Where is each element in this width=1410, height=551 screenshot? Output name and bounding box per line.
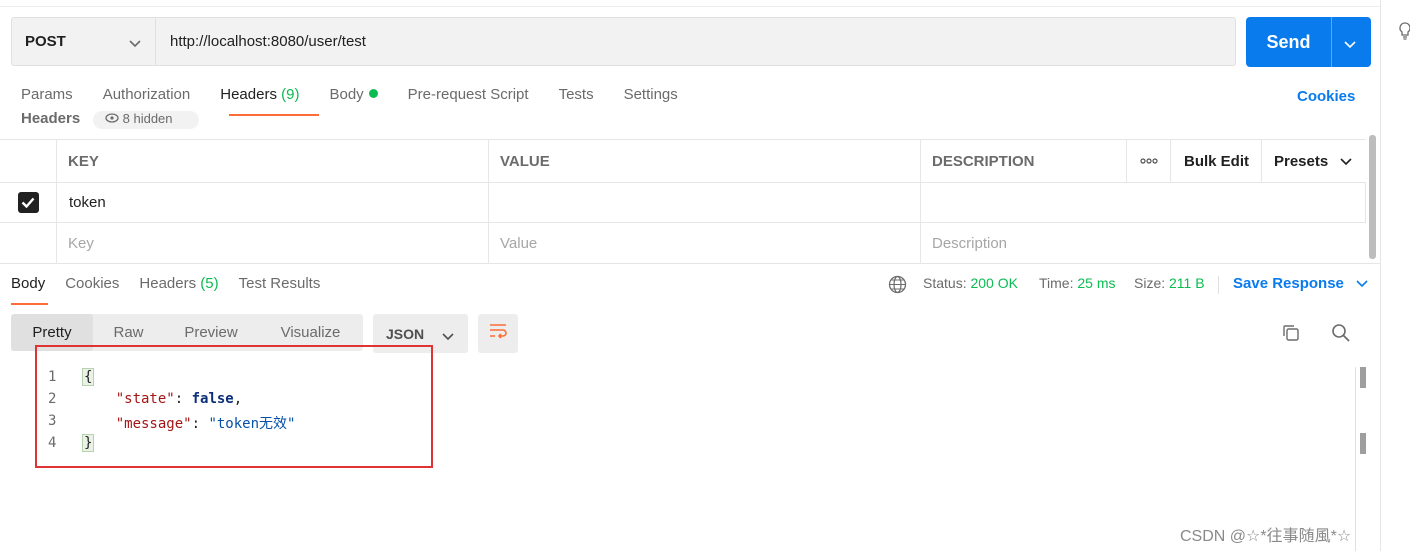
tab-label: Tests (558, 86, 594, 103)
chevron-down-icon (129, 35, 141, 52)
key-input[interactable]: Key (56, 223, 488, 263)
response-active-tab-indicator (11, 303, 48, 305)
presets-label: Presets (1274, 152, 1329, 170)
status-value: 200 OK (970, 275, 1018, 291)
header-key-cell[interactable]: token (56, 183, 488, 222)
search-icon[interactable] (1331, 323, 1351, 348)
tab-count: (5) (200, 275, 219, 292)
hidden-headers-toggle[interactable]: 8 hidden (93, 111, 199, 129)
tab-params[interactable]: Params (21, 86, 73, 112)
row-checkbox[interactable] (0, 183, 56, 222)
tab-pre-request-script[interactable]: Pre-request Script (408, 86, 529, 112)
method-select[interactable]: POST (12, 18, 156, 65)
status-readout[interactable]: Status: 200 OK (923, 275, 1018, 291)
chevron-down-icon (1340, 153, 1352, 170)
save-response-label: Save Response (1233, 275, 1344, 292)
key-placeholder: Key (68, 234, 94, 252)
response-tabs: Body Cookies Headers (5) Test Results (11, 275, 340, 292)
size-value: 211 B (1169, 275, 1205, 291)
chevron-down-icon[interactable] (1344, 36, 1356, 54)
tab-label: Authorization (102, 86, 191, 103)
active-tab-indicator (229, 114, 319, 116)
tab-label: Body (329, 86, 364, 103)
request-tabs: Params Authorization Headers (9) Body Pr… (21, 86, 708, 112)
table-header-row: KEY VALUE DESCRIPTION Bulk Edit Presets (0, 139, 1366, 182)
hidden-count-label: 8 hidden (122, 111, 173, 126)
bulk-edit-button[interactable]: Bulk Edit (1170, 140, 1261, 182)
column-header-key: KEY (56, 140, 488, 182)
headers-scrollbar[interactable] (1369, 135, 1376, 259)
cookies-link[interactable]: Cookies (1297, 88, 1355, 105)
table-row-empty: Key Value Description (0, 222, 1366, 263)
presets-dropdown[interactable]: Presets (1261, 140, 1366, 182)
headers-section-title: Headers (21, 111, 81, 123)
header-value-cell[interactable] (488, 183, 920, 222)
response-tab-test-results[interactable]: Test Results (239, 275, 321, 292)
editor-gutter-line (1355, 367, 1356, 551)
checkmark-icon (17, 192, 39, 213)
tab-tests[interactable]: Tests (559, 86, 594, 112)
meta-divider (1218, 276, 1219, 294)
tab-label: Pre-request Script (407, 86, 529, 103)
description-input[interactable]: Description (920, 223, 1366, 263)
response-tab-body[interactable]: Body (11, 275, 45, 292)
lightbulb-icon[interactable] (1398, 22, 1410, 40)
tab-authorization[interactable]: Authorization (103, 86, 191, 112)
size-readout[interactable]: Size: 211 B (1134, 275, 1205, 291)
tab-settings[interactable]: Settings (624, 86, 678, 112)
column-header-value: VALUE (488, 140, 920, 182)
method-label: POST (25, 33, 66, 50)
chevron-down-icon (1356, 275, 1368, 292)
save-response-dropdown[interactable]: Save Response (1233, 275, 1368, 292)
copy-icon[interactable] (1281, 323, 1301, 348)
response-divider[interactable] (0, 263, 1380, 264)
time-readout[interactable]: Time: 25 ms (1039, 275, 1116, 291)
tab-headers[interactable]: Headers (9) (220, 86, 299, 112)
send-button[interactable]: Send (1246, 17, 1371, 67)
tab-label: Headers (220, 86, 277, 103)
format-label: JSON (386, 325, 425, 342)
request-bar: POST http://localhost:8080/user/test (11, 17, 1236, 66)
tab-body[interactable]: Body (329, 86, 378, 112)
editor-scrollbar-marker[interactable] (1360, 367, 1366, 388)
watermark-text: CSDN @☆*往事随風*☆ (1180, 528, 1352, 545)
description-placeholder: Description (932, 234, 1008, 252)
tab-label: Headers (139, 275, 197, 292)
top-divider (0, 6, 1380, 7)
size-label: Size: (1134, 275, 1166, 291)
chevron-down-icon (442, 328, 454, 344)
wrap-lines-button[interactable] (478, 314, 518, 353)
time-value: 25 ms (1077, 275, 1116, 291)
eye-icon (105, 111, 123, 126)
send-split-divider (1331, 17, 1332, 67)
send-label: Send (1266, 31, 1311, 52)
value-placeholder: Value (500, 234, 538, 252)
highlight-box (35, 345, 433, 468)
tab-label: Params (21, 86, 73, 103)
column-header-description: DESCRIPTION (920, 140, 1126, 182)
right-pane-divider (1380, 0, 1381, 551)
header-description-cell[interactable] (920, 183, 1366, 222)
globe-icon[interactable] (888, 275, 907, 299)
tab-count: (9) (281, 86, 300, 103)
table-row: token (0, 182, 1366, 222)
response-tab-cookies[interactable]: Cookies (65, 275, 119, 292)
wrap-lines-icon (488, 323, 508, 344)
tab-label: Settings (623, 86, 678, 103)
time-label: Time: (1039, 275, 1074, 291)
status-label: Status: (923, 275, 967, 291)
more-options-icon[interactable] (1126, 140, 1170, 182)
response-tab-headers[interactable]: Headers (5) (139, 275, 218, 292)
status-dot-icon (368, 89, 378, 98)
editor-scrollbar-marker[interactable] (1360, 433, 1366, 454)
value-input[interactable]: Value (488, 223, 920, 263)
url-input[interactable]: http://localhost:8080/user/test (170, 18, 366, 65)
